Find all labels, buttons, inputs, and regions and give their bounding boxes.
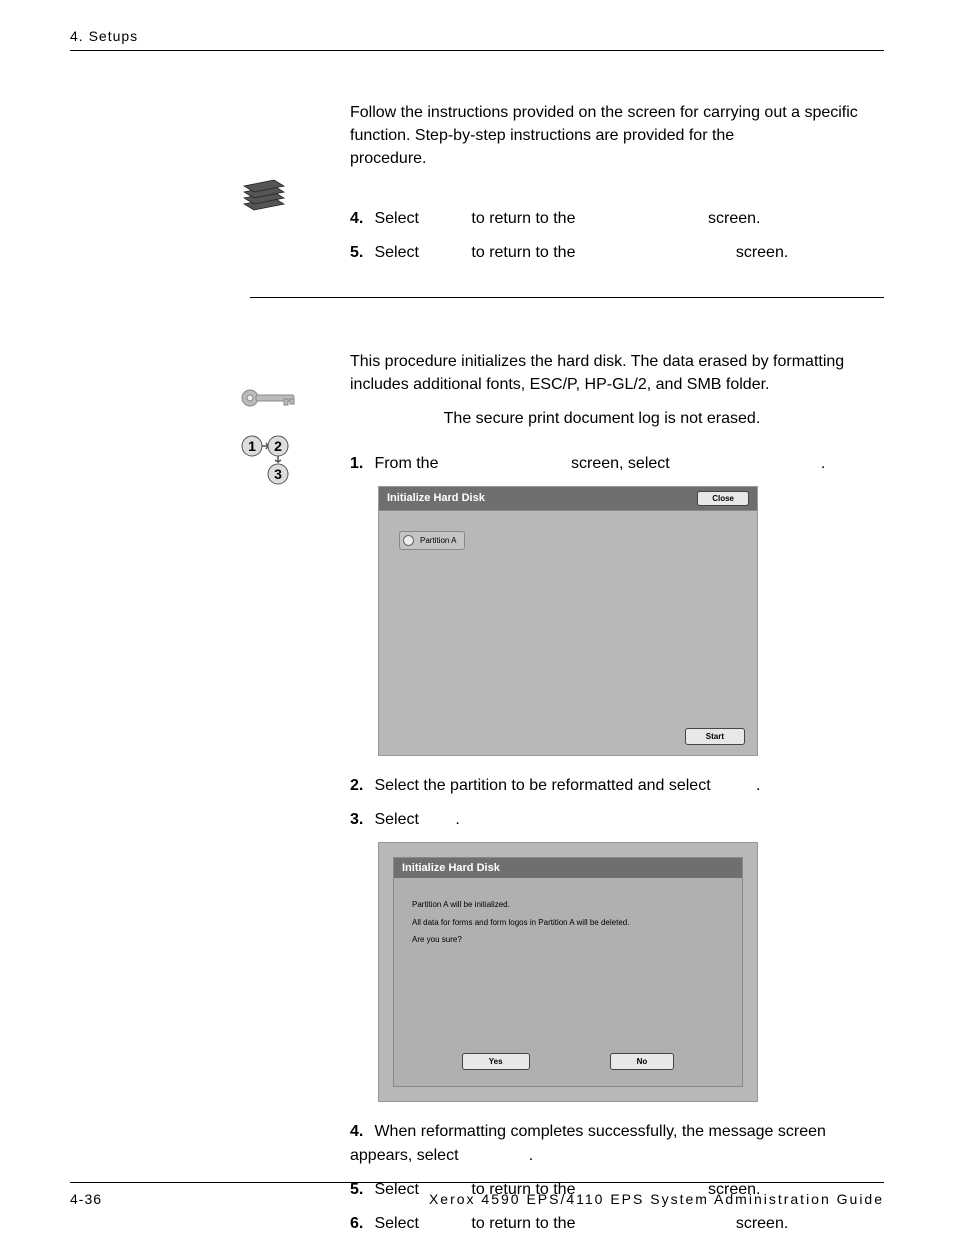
hdd-paragraph: This procedure initializes the hard disk…: [350, 350, 884, 396]
screenshot-initialize-hdd: Initialize Hard Disk Close Partition A S…: [378, 486, 758, 756]
svg-text:2: 2: [274, 438, 282, 454]
page-header: 4. Setups: [70, 28, 884, 51]
page-footer: 4-36 Xerox 4590 EPS/4110 EPS System Admi…: [70, 1182, 884, 1207]
main-content: Follow the instructions provided on the …: [350, 101, 884, 1236]
numbered-steps-icon: 1 2 3: [240, 430, 300, 490]
intro-paragraph: Follow the instructions provided on the …: [350, 101, 884, 171]
screenshot-confirm-dialog: Initialize Hard Disk Partition A will be…: [378, 842, 758, 1102]
books-icon: [240, 176, 288, 218]
confirm-body: Partition A will be initialized. All dat…: [394, 878, 742, 967]
dialog-body: Partition A Start: [379, 511, 757, 757]
section-label: 4. Setups: [70, 28, 138, 44]
svg-text:3: 3: [274, 466, 282, 482]
step-4-top: 4. Select Close to return to the Machine…: [350, 207, 884, 231]
hdd-step-3: 3. Select Yes .: [350, 808, 884, 832]
step-5-top: 5. Select Close to return to the System …: [350, 241, 884, 265]
hdd-step-4: 4. When reformatting completes successfu…: [350, 1120, 884, 1168]
hdd-heading: Initialize Hard Disk: [250, 318, 884, 336]
guide-title: Xerox 4590 EPS/4110 EPS System Administr…: [429, 1191, 884, 1207]
hdd-step-1: 1. From the Machine Defaults screen, sel…: [350, 452, 884, 476]
partition-a-button[interactable]: Partition A: [399, 531, 465, 550]
dialog-title: Initialize Hard Disk: [387, 492, 485, 504]
close-button[interactable]: Close: [697, 491, 749, 506]
page-number: 4-36: [70, 1191, 102, 1207]
confirm-buttons: Yes No: [394, 1053, 742, 1070]
confirm-line1: Partition A will be initialized.: [412, 896, 724, 914]
no-button[interactable]: No: [610, 1053, 675, 1070]
confirm-line2: All data for forms and form logos in Par…: [412, 914, 724, 932]
svg-text:1: 1: [248, 438, 256, 454]
yes-button[interactable]: Yes: [462, 1053, 530, 1070]
confirm-title: Initialize Hard Disk: [394, 858, 742, 878]
confirm-dialog: Initialize Hard Disk Partition A will be…: [393, 857, 743, 1087]
key-point: KEY POINT: The secure print document log…: [350, 410, 884, 428]
key-icon: [240, 386, 300, 410]
confirm-line3: Are you sure?: [412, 931, 724, 949]
hdd-step-2: 2. Select the partition to be reformatte…: [350, 774, 884, 798]
radio-icon: [403, 535, 414, 546]
hdd-step-6: 6. Select Close to return to the System …: [350, 1212, 884, 1236]
start-button[interactable]: Start: [685, 728, 745, 745]
dialog-titlebar: Initialize Hard Disk Close: [379, 487, 757, 511]
section-divider: [250, 297, 884, 298]
